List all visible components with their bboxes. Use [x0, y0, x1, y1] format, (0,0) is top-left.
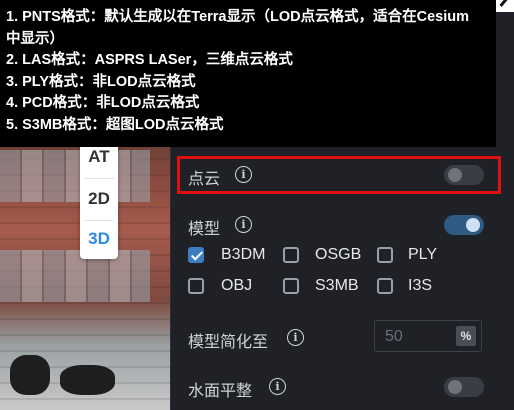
toggle-knob: [448, 380, 462, 394]
ground-shadow: [10, 355, 50, 395]
ply-label: PLY: [408, 246, 438, 263]
obj-checkbox[interactable]: [188, 278, 204, 294]
view-2d-button[interactable]: 2D: [80, 179, 118, 219]
tooltip-line: 1. PNTS格式：默认生成以在Terra显示（LOD点云格式，适合在Cesiu…: [6, 9, 469, 25]
tooltip-line: 2. LAS格式：ASPRS LASer，三维点云格式: [6, 52, 293, 68]
b3dm-checkbox[interactable]: [188, 247, 204, 263]
info-icon[interactable]: i: [235, 216, 252, 233]
simplify-label: 模型简化至: [188, 334, 269, 351]
osgb-checkbox[interactable]: [283, 247, 299, 263]
highlight-box: [177, 156, 501, 194]
percent-unit: %: [456, 326, 476, 346]
tooltip-line: 4. PCD格式：非LOD点云格式: [6, 95, 200, 111]
ply-checkbox[interactable]: [377, 247, 393, 263]
model-label: 模型: [188, 221, 221, 238]
view-mode-switch: AT 2D 3D: [80, 135, 118, 259]
tooltip-line: 中显示）: [6, 30, 64, 47]
water-flatten-toggle[interactable]: [444, 377, 484, 397]
b3dm-label: B3DM: [221, 246, 266, 263]
simplify-input[interactable]: 50 %: [374, 320, 482, 352]
obj-label: OBJ: [221, 277, 253, 294]
info-icon[interactable]: i: [269, 378, 286, 395]
s3mb-checkbox[interactable]: [283, 278, 299, 294]
tooltip-line: 3. PLY格式：非LOD点云格式: [6, 73, 196, 90]
format-tooltip: 1. PNTS格式：默认生成以在Terra显示（LOD点云格式，适合在Cesiu…: [0, 0, 496, 147]
model-toggle[interactable]: [444, 215, 484, 235]
building-window-row: [0, 150, 150, 202]
simplify-value: 50: [385, 328, 403, 345]
toggle-knob: [466, 218, 480, 232]
osgb-label: OSGB: [315, 246, 362, 263]
i3s-label: I3S: [408, 277, 433, 294]
i3s-checkbox[interactable]: [377, 278, 393, 294]
building-window-row: [0, 250, 150, 302]
ground-shadow: [60, 365, 115, 395]
tooltip-line: 5. S3MB格式：超图LOD点云格式: [6, 116, 224, 133]
water-flatten-label: 水面平整: [188, 383, 253, 400]
view-3d-button[interactable]: 3D: [80, 219, 118, 259]
s3mb-label: S3MB: [315, 277, 359, 294]
info-icon[interactable]: i: [287, 329, 304, 346]
edit-icon[interactable]: [496, 0, 514, 12]
